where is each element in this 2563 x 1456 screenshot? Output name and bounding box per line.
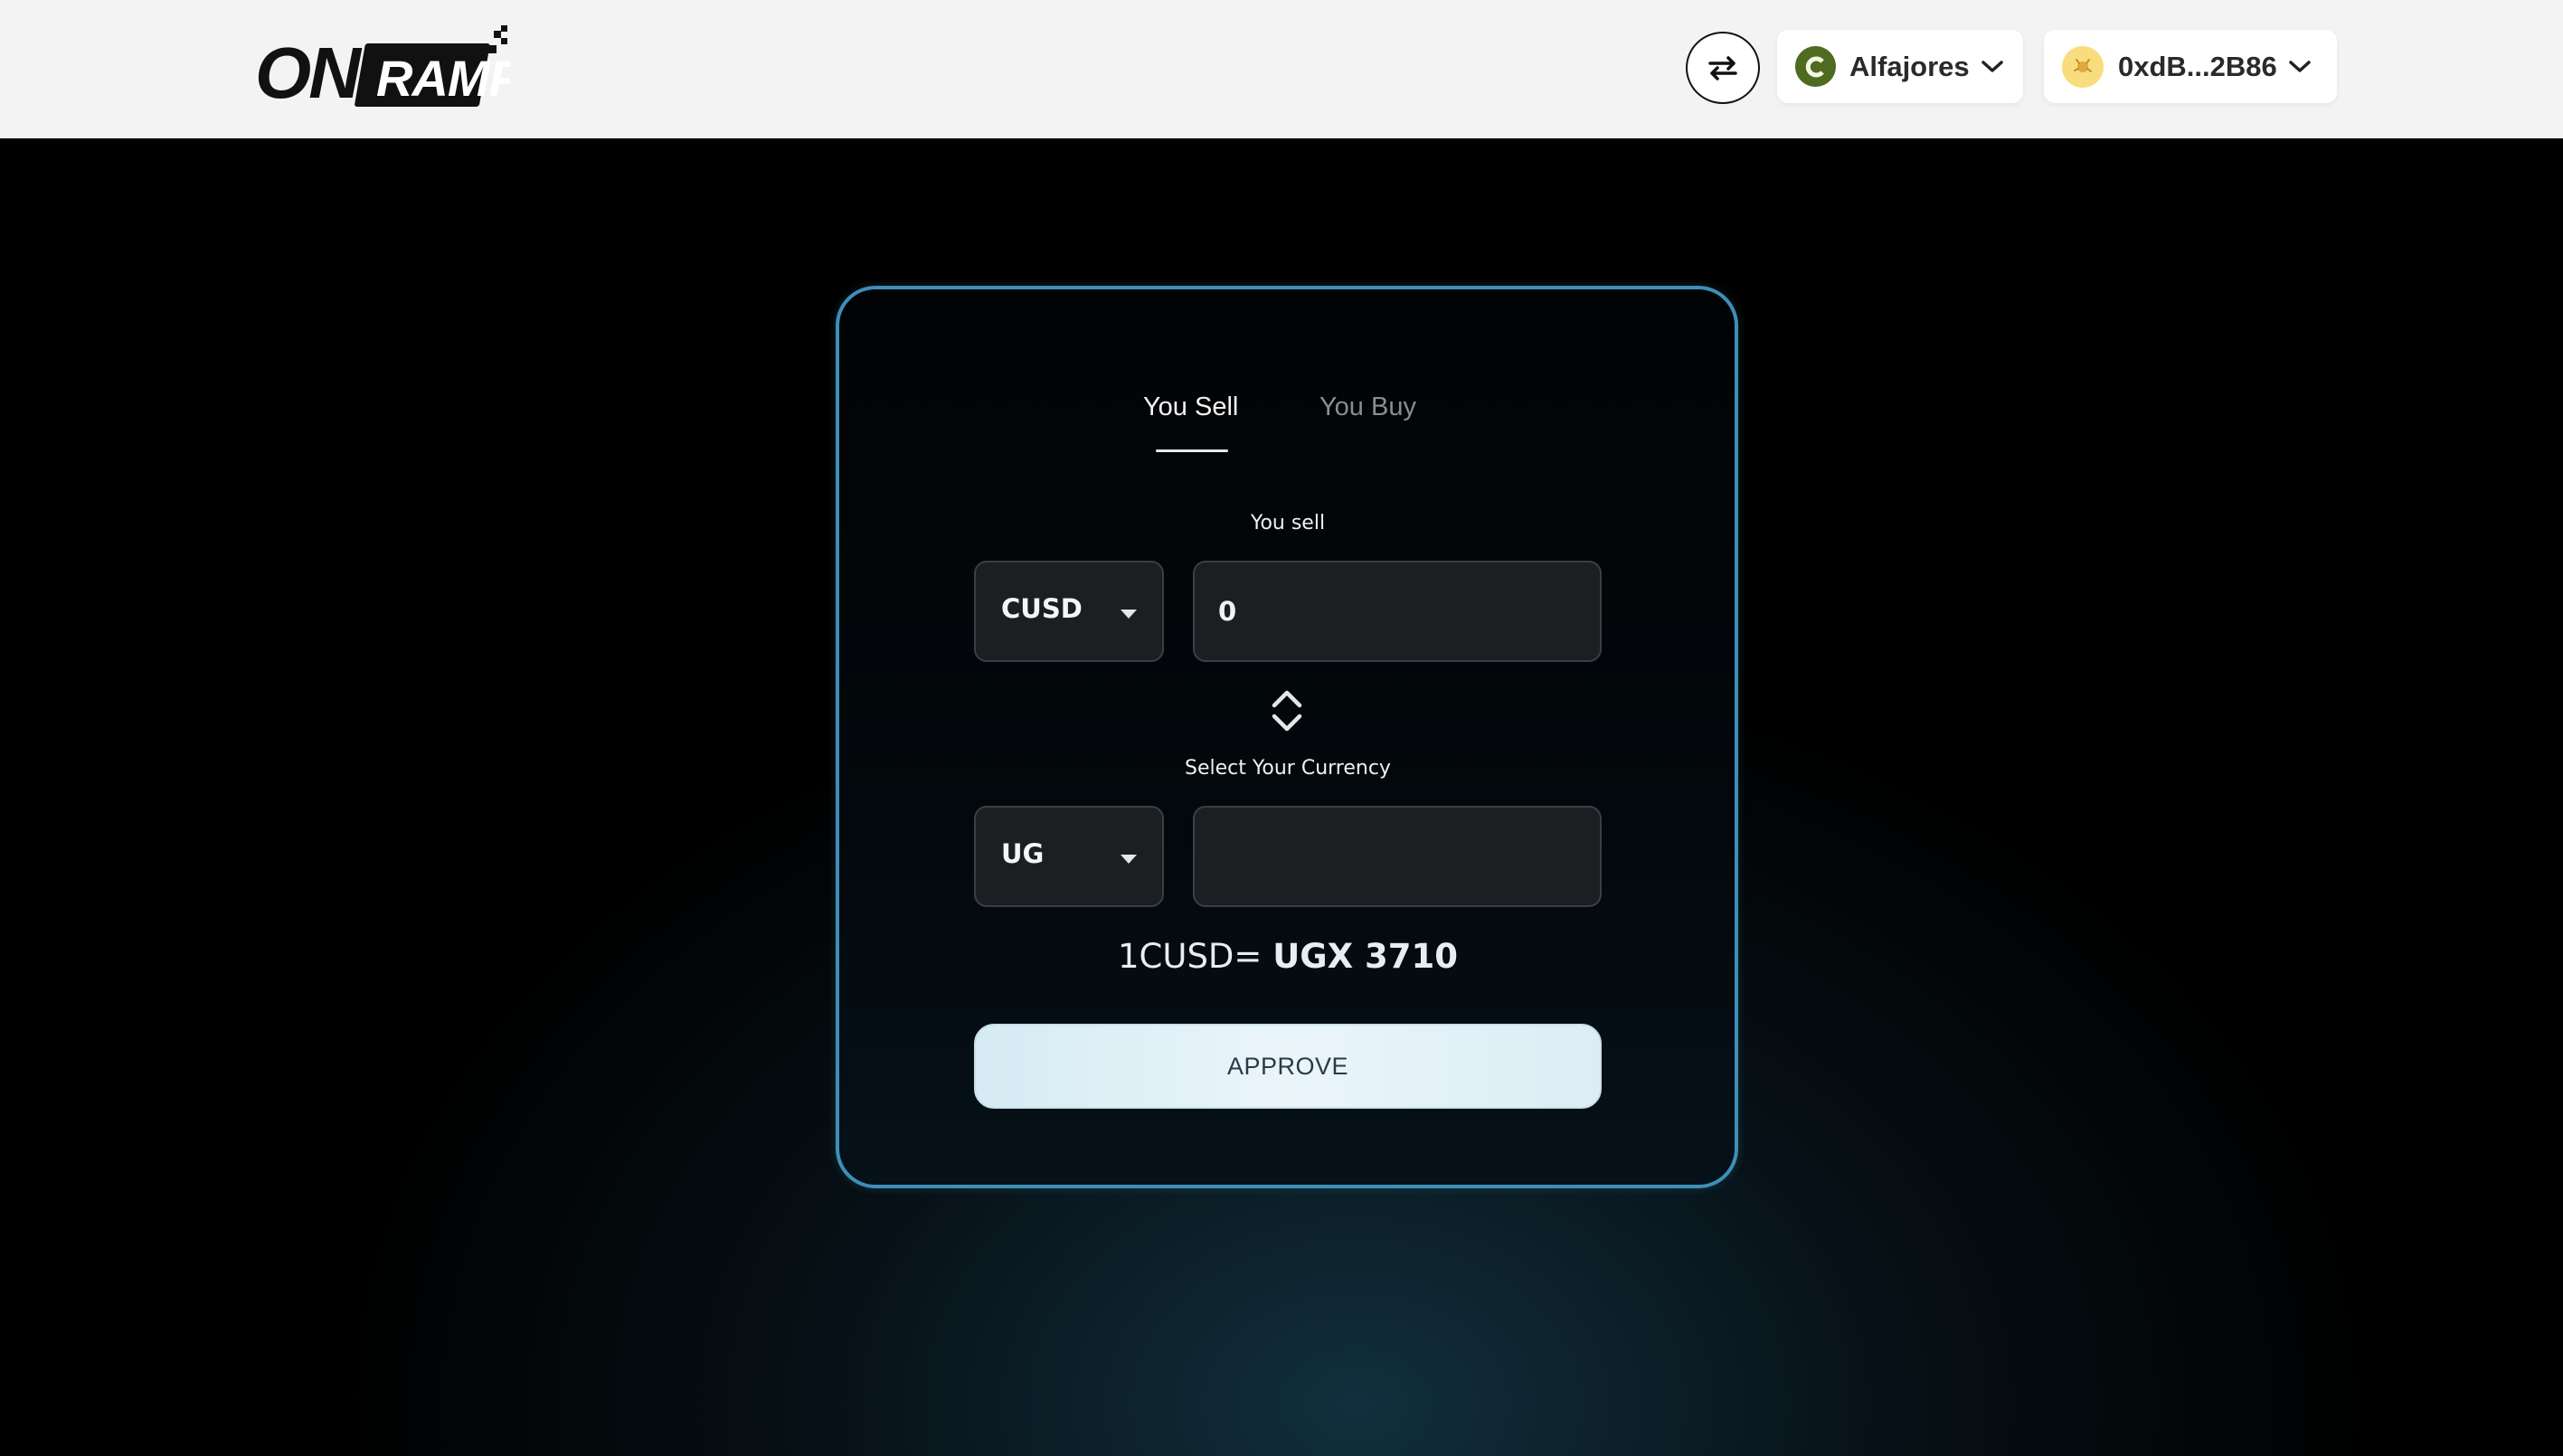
wallet-address: 0xdB...2B86 [2118, 50, 2277, 82]
swap-vertical-icon[interactable] [1269, 687, 1305, 734]
currency-label: Select Your Currency [1185, 757, 1391, 780]
currency-select[interactable]: UG [974, 806, 1164, 907]
sell-amount-input[interactable] [1193, 561, 1602, 662]
sell-token-value: CUSD [1001, 593, 1083, 624]
tab-you-sell[interactable]: You Sell [1143, 392, 1238, 422]
wallet-selector[interactable]: 0xdB...2B86 [2044, 30, 2337, 103]
oneramp-logo[interactable]: ONE RAMP [251, 25, 510, 112]
celo-icon [1795, 46, 1836, 87]
caret-down-icon [1121, 610, 1137, 619]
wallet-avatar-icon [2062, 45, 2104, 88]
approve-button[interactable]: APPROVE [974, 1024, 1602, 1109]
swap-arrows-icon [1708, 56, 1737, 80]
sell-token-select[interactable]: CUSD [974, 561, 1164, 662]
active-tab-indicator [1156, 449, 1228, 452]
network-selector[interactable]: Alfajores [1777, 30, 2023, 103]
chevron-down-icon [1981, 60, 2004, 74]
chevron-down-icon [2288, 60, 2312, 74]
rate-value: UGX 3710 [1272, 937, 1458, 976]
network-name: Alfajores [1849, 50, 1970, 82]
top-bar: ONE RAMP Alfajores 0xdB...2B86 [0, 0, 2563, 138]
sell-label: You sell [1250, 512, 1326, 534]
receive-amount-input[interactable] [1193, 806, 1602, 907]
exchange-rate: 1CUSD= UGX 3710 [1017, 937, 1559, 976]
svg-text:RAMP: RAMP [376, 50, 510, 107]
tab-you-buy[interactable]: You Buy [1319, 392, 1416, 422]
rate-prefix: 1CUSD= [1117, 937, 1263, 976]
caret-down-icon [1121, 855, 1137, 864]
swap-button[interactable] [1686, 32, 1760, 104]
currency-value: UG [1001, 838, 1045, 869]
